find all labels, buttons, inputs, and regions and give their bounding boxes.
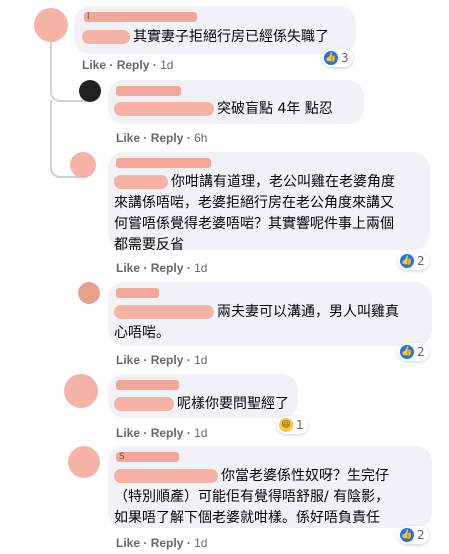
reaction-count[interactable]: 👍 2 <box>398 526 429 544</box>
commenter-name[interactable] <box>116 158 211 168</box>
comment-actions: Like · Reply · 1d <box>116 261 208 275</box>
reaction-count[interactable]: 😆 1 <box>277 416 308 434</box>
commenter-name[interactable] <box>116 380 179 390</box>
redacted-mention <box>114 102 214 116</box>
reply-link[interactable]: Reply <box>151 426 184 440</box>
like-link[interactable]: Like <box>82 58 106 72</box>
avatar[interactable] <box>78 282 100 304</box>
reaction-count[interactable]: 👍 3 <box>322 49 353 67</box>
commenter-name[interactable] <box>116 86 181 96</box>
timestamp[interactable]: 1d <box>194 536 207 550</box>
redacted-mention <box>114 469 218 483</box>
timestamp[interactable]: 6h <box>194 131 207 145</box>
commenter-name[interactable]: l <box>84 12 197 22</box>
like-link[interactable]: Like <box>116 131 140 145</box>
thumbs-up-icon: 👍 <box>324 51 338 65</box>
avatar[interactable] <box>70 152 96 178</box>
comment-actions: Like · Reply · 1d <box>116 426 208 440</box>
reply-link[interactable]: Reply <box>151 261 184 275</box>
avatar[interactable] <box>79 80 101 102</box>
reply-link[interactable]: Reply <box>117 58 150 72</box>
comment-text: 你咁講有道理，老公叫雞在老婆角度 來講係唔啱，老婆拒絕行房在老公角度來講又 何嘗… <box>114 174 395 253</box>
comment-text: 突破盲點 4年 點忍 <box>114 99 333 120</box>
reaction-count[interactable]: 👍 2 <box>398 343 429 361</box>
comment-actions: Like · Reply · 1d <box>116 536 208 550</box>
redacted-mention <box>114 305 214 319</box>
comment-text: 其實妻子拒絕行房已經係失職了 <box>82 27 329 48</box>
comment-text: 你當老婆係性奴呀？生完仔 （特別順產）可能佢有覺得唔舒服/ 有陰影， 如果唔了解… <box>114 468 390 526</box>
reply-link[interactable]: Reply <box>151 536 184 550</box>
thumbs-up-icon: 👍 <box>400 254 414 268</box>
redacted-mention <box>114 397 174 411</box>
like-link[interactable]: Like <box>116 536 140 550</box>
timestamp[interactable]: 1d <box>160 58 173 72</box>
timestamp[interactable]: 1d <box>194 426 207 440</box>
avatar[interactable] <box>64 374 98 408</box>
like-link[interactable]: Like <box>116 261 140 275</box>
avatar[interactable] <box>34 8 68 42</box>
commenter-name[interactable] <box>116 288 159 298</box>
thumbs-up-icon: 👍 <box>400 345 414 359</box>
redacted-mention <box>82 30 130 44</box>
comment-actions: Like · Reply · 6h <box>116 131 208 145</box>
reaction-count[interactable]: 👍 2 <box>398 252 429 270</box>
comment-actions: Like · Reply · 1d <box>116 353 208 367</box>
like-link[interactable]: Like <box>116 426 140 440</box>
reply-link[interactable]: Reply <box>151 353 184 367</box>
like-link[interactable]: Like <box>116 353 140 367</box>
timestamp[interactable]: 1d <box>194 261 207 275</box>
commenter-name[interactable]: S <box>116 452 179 462</box>
thumbs-up-icon: 👍 <box>400 528 414 542</box>
reply-link[interactable]: Reply <box>151 131 184 145</box>
redacted-mention <box>114 175 168 189</box>
laughing-face-icon: 😆 <box>279 418 293 432</box>
timestamp[interactable]: 1d <box>194 353 207 367</box>
comment-text: 兩夫妻可以溝通，男人叫雞真 心唔啱。 <box>114 304 399 341</box>
comment-actions: Like · Reply · 1d <box>82 58 174 72</box>
comment-text: 呢樣你要問聖經了 <box>114 394 289 415</box>
avatar[interactable] <box>68 446 100 478</box>
